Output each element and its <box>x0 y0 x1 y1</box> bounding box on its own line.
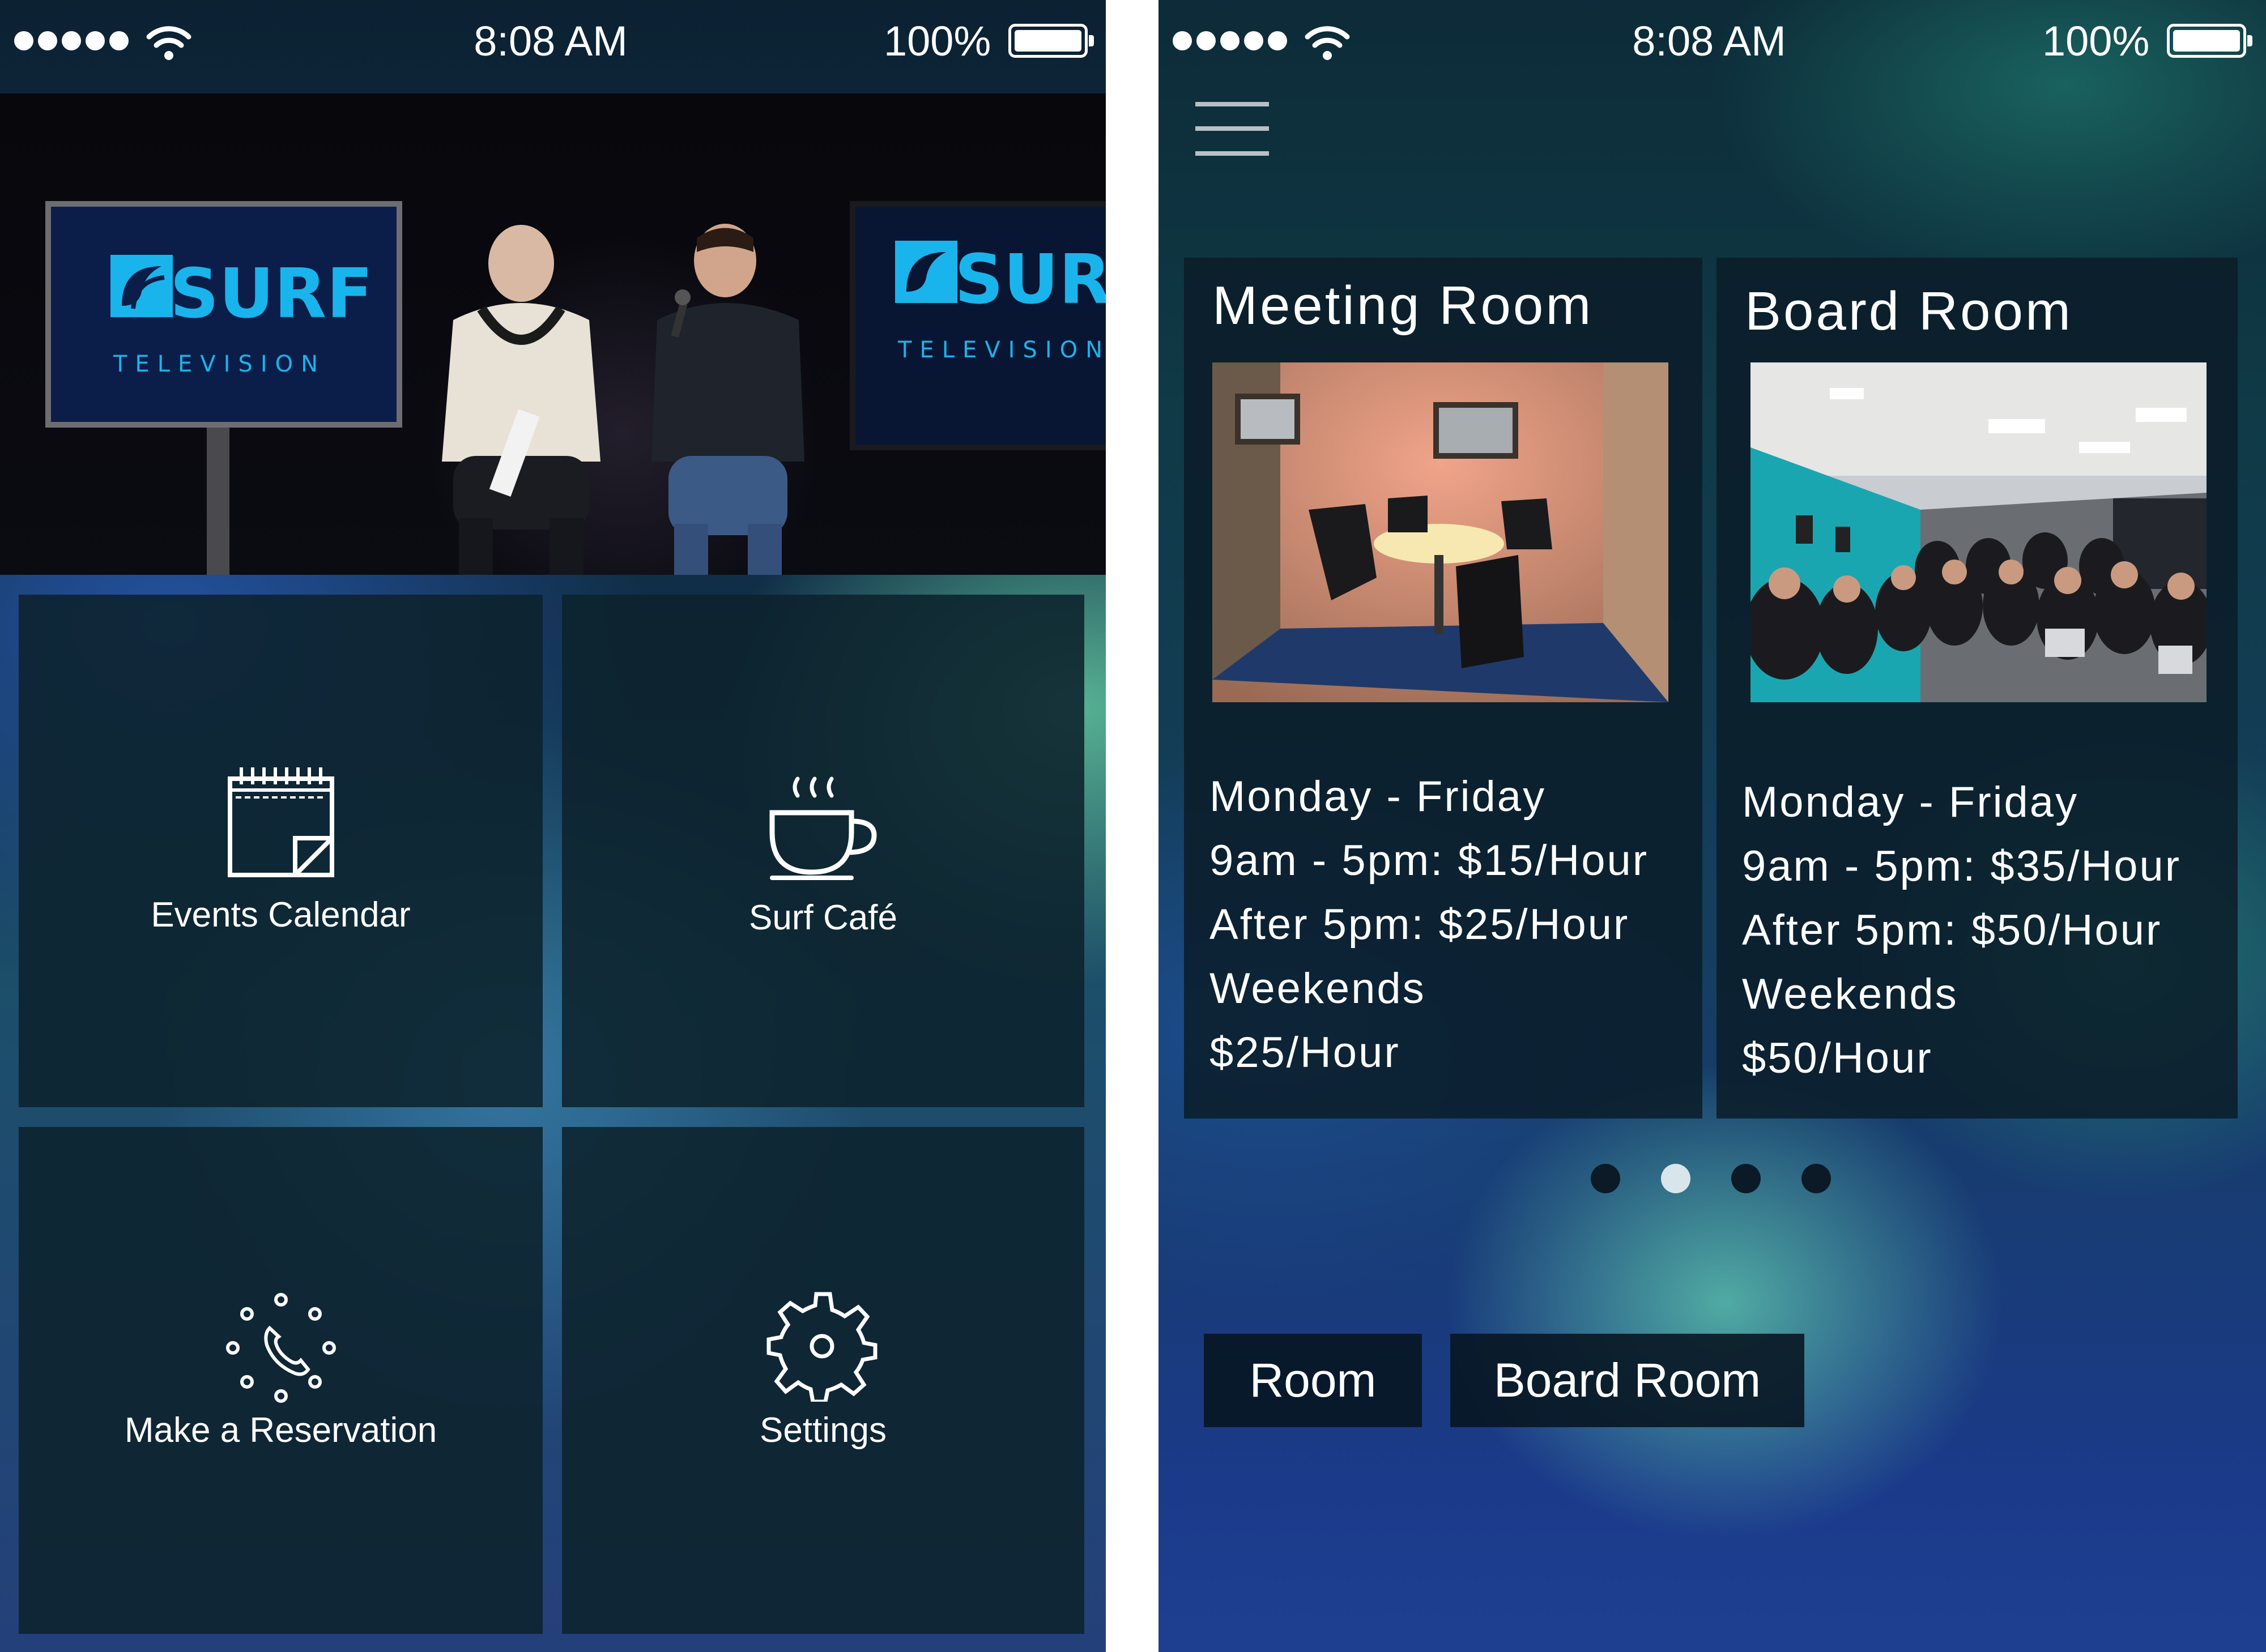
rate-line: After 5pm: $25/Hour <box>1209 900 1630 949</box>
board-room-rates: Monday - Friday 9am - 5pm: $35/Hour Afte… <box>1742 770 2181 1090</box>
home-screen: 8:08 AM 100% SURF TELEVISION SURF TELEVI… <box>0 0 1106 1652</box>
tv-logo-text: SURF <box>955 241 1106 319</box>
room-page-dot[interactable] <box>1801 1164 1831 1193</box>
host-person <box>442 225 600 575</box>
battery-icon <box>1008 24 1094 58</box>
rate-line: Monday - Friday <box>1209 772 1547 821</box>
rate-line: 9am - 5pm: $35/Hour <box>1742 842 2182 890</box>
battery-icon <box>2167 24 2252 58</box>
guest-person <box>651 224 804 575</box>
tile-settings[interactable]: Settings <box>562 1127 1084 1634</box>
wifi-icon <box>1305 26 1350 60</box>
tile-surf-cafe[interactable]: Surf Café <box>562 595 1084 1107</box>
signal-strength-icon <box>1173 31 1287 50</box>
battery-percent: 100% <box>884 18 991 65</box>
meeting-room-rates: Monday - Friday 9am - 5pm: $15/Hour Afte… <box>1209 765 1649 1085</box>
room-card-title: Meeting Room <box>1212 275 1594 336</box>
rate-line: $50/Hour <box>1742 1034 1933 1082</box>
room-page-dot[interactable] <box>1731 1164 1761 1193</box>
rate-line: Weekends <box>1742 970 1958 1018</box>
hamburger-menu-icon[interactable] <box>1195 102 1269 156</box>
tv-stand <box>207 428 229 575</box>
board-room-button[interactable]: Board Room <box>1450 1334 1804 1427</box>
gear-icon <box>766 1292 878 1402</box>
rate-line: Monday - Friday <box>1742 778 2079 826</box>
tile-label: Make a Reservation <box>124 1411 437 1450</box>
wifi-icon <box>146 26 191 60</box>
rate-line: After 5pm: $50/Hour <box>1742 906 2162 954</box>
calendar-icon <box>227 767 334 877</box>
room-page-dot[interactable] <box>1591 1164 1620 1193</box>
tile-label: Surf Café <box>749 898 897 937</box>
tile-label: Settings <box>759 1411 887 1450</box>
phone-ring-icon <box>225 1293 336 1403</box>
room-page-indicator[interactable] <box>1591 1164 1831 1193</box>
tile-events-calendar[interactable]: Events Calendar <box>19 595 543 1107</box>
meeting-room-photo <box>1212 362 1668 702</box>
tv-screen-right: SURF TELEVISION <box>850 201 1106 450</box>
room-card-board[interactable]: Board Room Monday - Friday 9am - 5pm: $3… <box>1716 258 2238 1119</box>
room-card-title: Board Room <box>1745 281 2073 342</box>
status-time: 8:08 AM <box>474 18 628 65</box>
surf-logo-icon <box>895 241 957 303</box>
status-time: 8:08 AM <box>1632 18 1786 65</box>
signal-strength-icon <box>14 31 129 50</box>
tv-logo-text: SURF <box>170 255 373 334</box>
coffee-cup-icon <box>769 776 877 880</box>
tv-logo-subtitle: TELEVISION <box>113 351 326 377</box>
status-bar: 8:08 AM 100% <box>0 0 1106 93</box>
tile-make-reservation[interactable]: Make a Reservation <box>19 1127 543 1634</box>
surf-logo-icon <box>110 255 173 317</box>
rate-line: $25/Hour <box>1209 1028 1400 1077</box>
tv-screen-left: SURF TELEVISION <box>45 201 402 428</box>
room-card-meeting[interactable]: Meeting Room Monday - Friday 9am - 5pm: … <box>1184 258 1702 1119</box>
tile-label: Events Calendar <box>151 895 411 934</box>
board-room-photo <box>1750 362 2207 702</box>
rate-line: 9am - 5pm: $15/Hour <box>1209 836 1649 885</box>
hero-carousel[interactable]: SURF TELEVISION SURF TELEVISION <box>0 93 1106 575</box>
room-button[interactable]: Room <box>1204 1334 1422 1427</box>
room-page-dot-active[interactable] <box>1661 1164 1690 1193</box>
rate-line: Weekends <box>1209 964 1426 1013</box>
battery-percent: 100% <box>2042 18 2150 65</box>
screen-separator <box>1106 0 1158 1652</box>
status-bar: 8:08 AM 100% <box>1158 0 2266 93</box>
tv-logo-subtitle: TELEVISION <box>898 337 1106 363</box>
